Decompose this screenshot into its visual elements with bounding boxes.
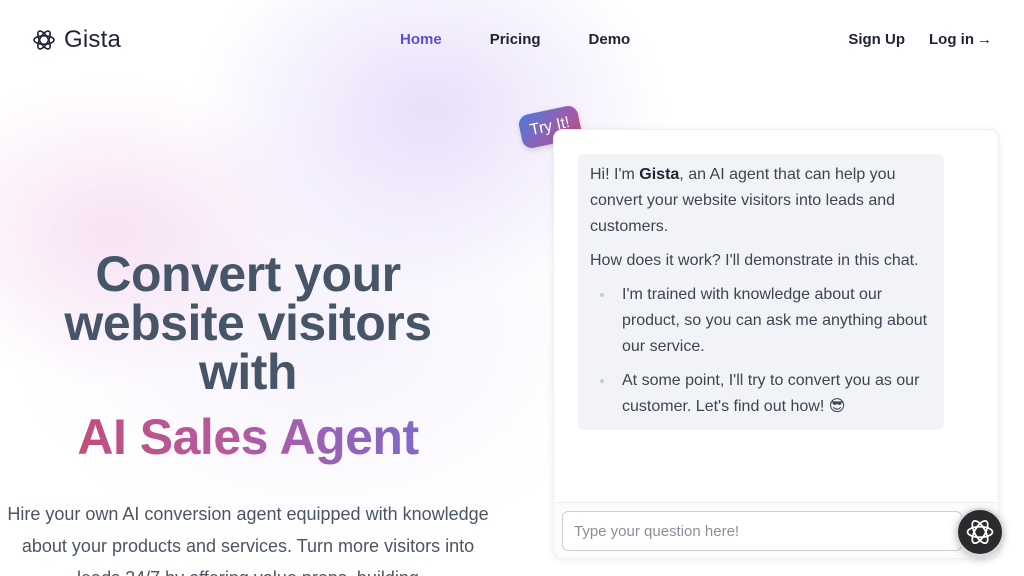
agent-name: Gista	[639, 166, 680, 183]
chat-launcher-button[interactable]	[956, 508, 1004, 556]
feature-list: I'm trained with knowledge about our pro…	[590, 282, 932, 420]
nav-demo[interactable]: Demo	[589, 31, 631, 48]
intro-prefix: Hi! I'm	[590, 166, 640, 183]
list-item: I'm trained with knowledge about our pro…	[600, 282, 932, 360]
hero-subtitle: Hire your own AI conversion agent equipp…	[7, 504, 489, 576]
flower-knot-icon	[966, 519, 994, 545]
list-item: At some point, I'll try to convert you a…	[600, 368, 932, 420]
chat-widget: Hi! I'm Gista, an AI agent that can help…	[553, 129, 999, 559]
hero-title-line: website visitors	[64, 295, 432, 351]
hero-section: Convert your website visitors with AI Sa…	[0, 246, 496, 465]
intro-text: Hi! I'm Gista, an AI agent that can help…	[590, 162, 932, 240]
how-it-works-text: How does it work? I'll demonstrate in th…	[590, 252, 919, 269]
brand-logo[interactable]: Gista	[32, 26, 121, 54]
hero-title-line: with	[199, 344, 297, 400]
hero-accent-title: AI Sales Agent	[0, 409, 496, 465]
chat-input-bar	[554, 502, 998, 558]
site-header: Gista Home Pricing Demo Sign Up Log in →	[0, 0, 1024, 80]
arrow-right-icon: →	[977, 31, 992, 48]
nav-pricing[interactable]: Pricing	[490, 31, 541, 48]
log-in-link[interactable]: Log in →	[929, 31, 992, 48]
brand-name: Gista	[64, 26, 122, 53]
chat-question-input[interactable]	[562, 511, 962, 551]
hero-title: Convert your website visitors with	[0, 246, 496, 400]
sign-up-link[interactable]: Sign Up	[848, 31, 905, 48]
hero-title-line: Convert your	[95, 246, 401, 302]
log-in-label: Log in	[929, 31, 974, 48]
auth-links: Sign Up Log in →	[848, 31, 992, 48]
assistant-message: Hi! I'm Gista, an AI agent that can help…	[578, 154, 944, 430]
nav-home[interactable]: Home	[400, 31, 442, 48]
main-nav: Home Pricing Demo	[400, 31, 630, 48]
flower-knot-icon	[33, 30, 55, 50]
